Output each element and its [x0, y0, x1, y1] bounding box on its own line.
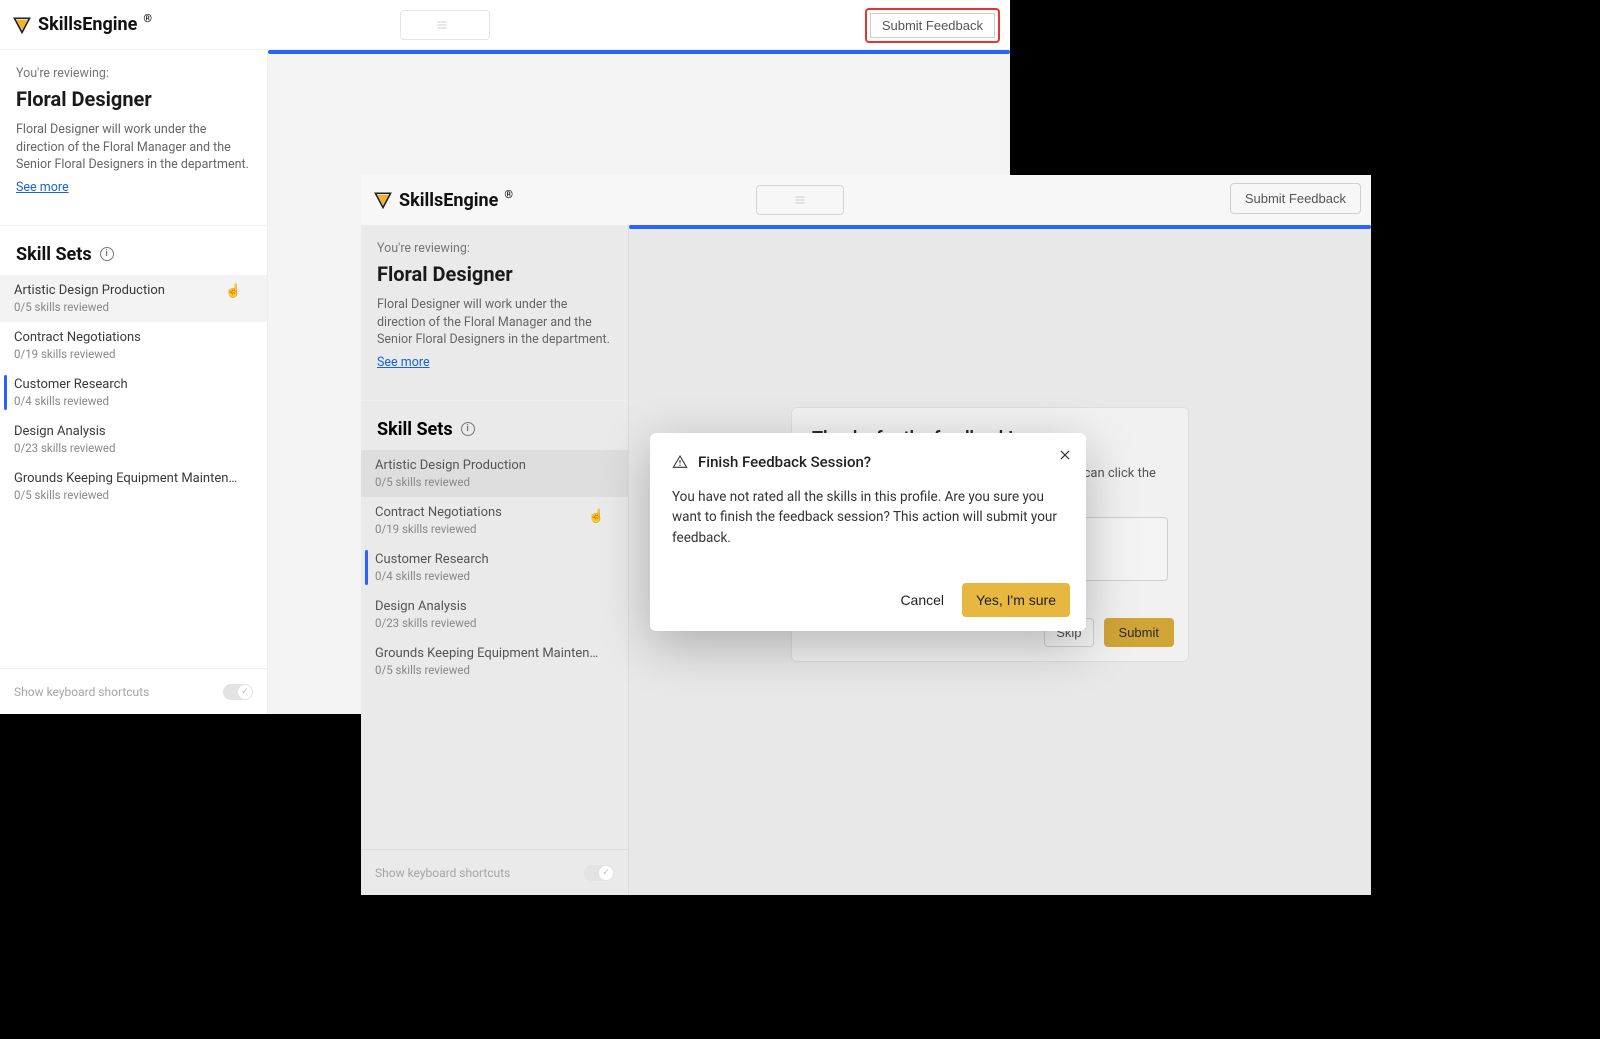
logo-mark-icon [12, 15, 32, 35]
see-more-link-b[interactable]: See more [377, 355, 430, 370]
skillset-sub: 0/19 skills reviewed [14, 347, 253, 361]
brand-registered-b: ® [504, 188, 513, 201]
skillsets-heading-text-b: Skill Sets [377, 419, 453, 440]
info-icon-b[interactable]: i [461, 422, 475, 436]
panel-b: SkillsEngine ® Submit Feedback You're rev… [361, 175, 1371, 895]
submit-button[interactable]: Submit [1104, 618, 1174, 647]
skillset-name: Grounds Keeping Equipment Maintenance an… [375, 646, 605, 661]
submit-feedback-button-a[interactable]: Submit Feedback [865, 8, 1000, 43]
skillset-name: Design Analysis [375, 599, 605, 614]
shortcuts-toggle[interactable] [223, 684, 253, 700]
logo-mark-icon [373, 190, 393, 210]
modal-close-button[interactable] [1058, 447, 1072, 466]
skillset-item-2[interactable]: Customer Research 0/4 skills reviewed [0, 369, 267, 416]
confirm-label: Yes, I'm sure [976, 592, 1056, 608]
skillset-sub: 0/5 skills reviewed [375, 663, 614, 677]
skillset-item-1[interactable]: Contract Negotiations 0/19 skills review… [0, 322, 267, 369]
finish-feedback-modal: Finish Feedback Session? You have not ra… [650, 433, 1086, 631]
skillset-sub: 0/5 skills reviewed [14, 300, 253, 314]
review-description-b: Floral Designer will work under the dire… [377, 296, 612, 349]
skillset-sub: 0/23 skills reviewed [375, 616, 614, 630]
sidebar-a: You're reviewing: Floral Designer Floral… [0, 50, 268, 714]
modal-title: Finish Feedback Session? [698, 453, 871, 471]
submit-feedback-label-b: Submit Feedback [1245, 191, 1346, 206]
skillsets-heading: Skill Sets i [0, 226, 267, 275]
skillset-sub: 0/4 skills reviewed [14, 394, 253, 408]
brand-text-b: SkillsEngine [399, 190, 498, 211]
review-description: Floral Designer will work under the dire… [16, 121, 251, 174]
close-icon [1058, 448, 1072, 462]
skillsets-heading-b: Skill Sets i [361, 401, 628, 450]
skillset-name: Customer Research [14, 377, 244, 392]
feedback-text-frag1: can click the [1084, 466, 1156, 481]
shortcuts-label-b: Show keyboard shortcuts [375, 866, 510, 880]
skillset-name: Artistic Design Production [375, 458, 605, 473]
reviewing-label: You're reviewing: [16, 66, 251, 81]
skillset-sub: 0/4 skills reviewed [375, 569, 614, 583]
skillset-item-4[interactable]: Grounds Keeping Equipment Maintenance an… [0, 463, 267, 510]
skillset-sub: 0/23 skills reviewed [14, 441, 253, 455]
shortcuts-toggle-b[interactable] [584, 865, 614, 881]
modal-body: You have not rated all the skills in thi… [672, 487, 1064, 548]
topbar-b: SkillsEngine ® Submit Feedback [361, 175, 1371, 225]
skillset-item-b4[interactable]: Grounds Keeping Equipment Maintenance an… [361, 638, 628, 685]
warning-icon [672, 454, 688, 470]
cursor-icon-b: ☝ [588, 509, 604, 524]
cursor-icon: ☝ [225, 284, 241, 299]
brand-registered: ® [143, 12, 152, 25]
skillset-sub: 0/5 skills reviewed [14, 488, 253, 502]
ghost-button-b[interactable] [756, 185, 844, 215]
skillsets-heading-text: Skill Sets [16, 244, 92, 265]
skillset-item-b0[interactable]: Artistic Design Production 0/5 skills re… [361, 450, 628, 497]
skillset-name: Contract Negotiations [14, 330, 244, 345]
skillset-sub: 0/5 skills reviewed [375, 475, 614, 489]
see-more-link[interactable]: See more [16, 180, 69, 195]
submit-feedback-label: Submit Feedback [882, 18, 983, 33]
shortcuts-label: Show keyboard shortcuts [14, 685, 149, 699]
accent-bar-b [629, 225, 1371, 229]
ghost-button-a[interactable] [400, 10, 490, 40]
skillset-name: Grounds Keeping Equipment Maintenance an… [14, 471, 244, 486]
skillset-name: Artistic Design Production [14, 283, 244, 298]
sidebar-b: You're reviewing: Floral Designer Floral… [361, 225, 629, 895]
cancel-button[interactable]: Cancel [900, 592, 944, 608]
review-title: Floral Designer [16, 87, 251, 111]
cancel-label: Cancel [900, 592, 944, 608]
review-title-b: Floral Designer [377, 262, 612, 286]
skillset-name: Design Analysis [14, 424, 244, 439]
reviewing-label-b: You're reviewing: [377, 241, 612, 256]
brand-logo-b: SkillsEngine ® [373, 190, 513, 211]
confirm-button[interactable]: Yes, I'm sure [962, 583, 1070, 617]
list-icon [794, 194, 806, 206]
brand-text: SkillsEngine [38, 14, 137, 35]
brand-logo: SkillsEngine ® [12, 14, 152, 35]
skillset-item-b2[interactable]: Customer Research 0/4 skills reviewed [361, 544, 628, 591]
skillset-item-b3[interactable]: Design Analysis 0/23 skills reviewed [361, 591, 628, 638]
skillset-sub: 0/19 skills reviewed [375, 522, 614, 536]
skillset-item-3[interactable]: Design Analysis 0/23 skills reviewed [0, 416, 267, 463]
list-icon [436, 19, 448, 31]
skillset-name: Contract Negotiations [375, 505, 605, 520]
sidebar-footer-a: Show keyboard shortcuts [0, 668, 267, 714]
skillset-name: Customer Research [375, 552, 605, 567]
submit-feedback-button-b[interactable]: Submit Feedback [1230, 183, 1361, 214]
submit-label: Submit [1119, 625, 1159, 640]
info-icon[interactable]: i [100, 247, 114, 261]
topbar-a: SkillsEngine ® [0, 0, 1010, 50]
sidebar-footer-b: Show keyboard shortcuts [361, 849, 628, 895]
